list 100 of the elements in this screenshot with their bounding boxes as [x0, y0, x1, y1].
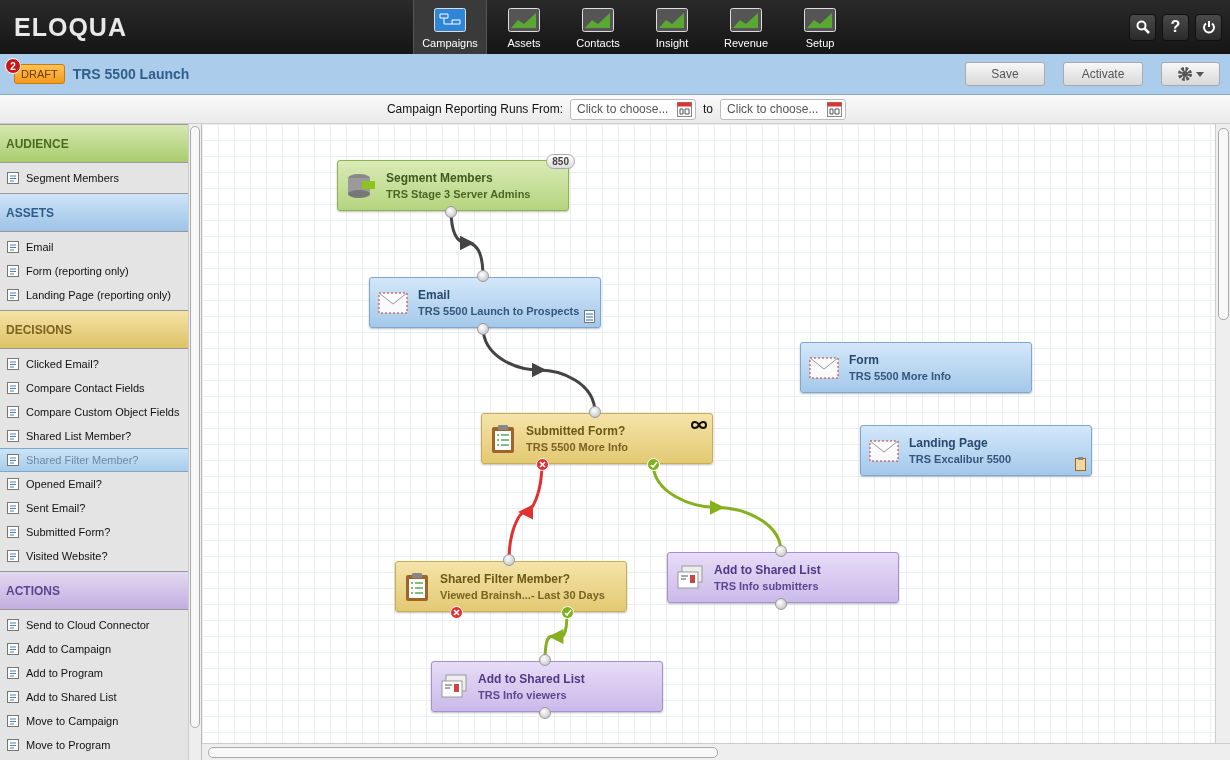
scrollbar-thumb[interactable] [190, 126, 200, 728]
document-icon [6, 690, 20, 704]
flow-step[interactable]: Submitted Form? TRS 5500 More Info [481, 413, 713, 464]
palette-item[interactable]: Segment Members [0, 166, 188, 190]
step-subtitle: Viewed Brainsh...- Last 30 Days [440, 589, 605, 601]
document-icon [6, 618, 20, 632]
flow-step[interactable]: Shared Filter Member? Viewed Brainsh...- Last 30 Days [395, 561, 627, 612]
scrollbar-thumb[interactable] [1217, 128, 1229, 320]
document-icon [6, 666, 20, 680]
loop-icon [691, 420, 707, 430]
calendar-icon[interactable] [677, 101, 693, 117]
step-subtitle: TRS Info viewers [478, 689, 568, 701]
palette-item[interactable]: Add to Campaign [0, 637, 188, 661]
search-button[interactable] [1129, 13, 1156, 41]
document-icon [6, 171, 20, 185]
contact-cards-icon [440, 672, 468, 701]
palette-item[interactable]: Opened Email? [0, 472, 188, 496]
input-port[interactable] [775, 545, 787, 557]
date-field[interactable]: Click to choose... [570, 98, 697, 120]
flow-step[interactable]: Landing Page TRS Excalibur 5500 [860, 425, 1092, 476]
palette-item-label: Shared Filter Member? [26, 454, 139, 466]
toolbar-button[interactable]: Activate [1063, 62, 1143, 86]
palette-item[interactable]: Move to Campaign [0, 709, 188, 733]
palette-item[interactable]: Move to Program [0, 733, 188, 757]
nav-tab[interactable]: Revenue [709, 0, 783, 54]
flow-step[interactable]: Email TRS 5500 Launch to Prospects [369, 277, 601, 328]
input-port[interactable] [477, 270, 489, 282]
palette-item[interactable]: Compare Custom Object Fields [0, 400, 188, 424]
document-icon [6, 357, 20, 371]
step-title: Shared Filter Member? [440, 572, 572, 586]
palette-item[interactable]: Submitted Form? [0, 520, 188, 544]
step-subtitle: TRS Info submitters [714, 580, 820, 592]
palette-item-label: Segment Members [26, 172, 119, 184]
flow-step[interactable]: Form TRS 5500 More Info [800, 342, 1032, 393]
palette-item[interactable]: Add to Program [0, 661, 188, 685]
settings-button[interactable] [1161, 62, 1220, 86]
document-icon [6, 477, 20, 491]
palette-item-label: Form (reporting only) [26, 265, 129, 277]
contact-cards-icon [676, 563, 704, 592]
nav-tab[interactable]: Contacts [561, 0, 635, 54]
document-icon [6, 405, 20, 419]
input-port[interactable] [589, 406, 601, 418]
palette-item-label: Sent Email? [26, 502, 86, 514]
document-icon [6, 264, 20, 278]
flow-step[interactable]: Add to Shared List TRS Info viewers [431, 661, 663, 712]
power-button[interactable] [1195, 13, 1222, 41]
palette-item-label: Compare Contact Fields [26, 382, 145, 394]
member-count: 850 [546, 154, 575, 169]
caret-icon [1196, 71, 1204, 77]
palette-item-label: Add to Shared List [26, 691, 117, 703]
document-icon [6, 288, 20, 302]
calendar-icon[interactable] [827, 101, 843, 117]
palette-item[interactable]: Compare Contact Fields [0, 376, 188, 400]
nav-tab[interactable]: Assets [487, 0, 561, 54]
palette-item[interactable]: Email [0, 235, 188, 259]
nav-tab[interactable]: Setup [783, 0, 857, 54]
step-title: Add to Shared List [478, 672, 585, 686]
input-port[interactable] [503, 554, 515, 566]
palette-item-label: Shared List Member? [26, 430, 132, 442]
document-icon [6, 501, 20, 515]
palette-item[interactable]: Clicked Email? [0, 352, 188, 376]
envelope-icon [809, 356, 839, 379]
palette-item-label: Visited Website? [26, 550, 108, 562]
palette-item[interactable]: Form (reporting only) [0, 259, 188, 283]
palette-item[interactable]: Sent Email? [0, 496, 188, 520]
input-port[interactable] [539, 654, 551, 666]
step-title: Form [849, 353, 880, 367]
document-icon [6, 738, 20, 752]
step-title: Email [418, 288, 451, 302]
section-header[interactable]: ACTIONS [0, 571, 188, 610]
step-subtitle: TRS 5500 More Info [849, 370, 952, 382]
envelope-icon [378, 291, 408, 314]
nav-tab[interactable]: Campaigns [413, 0, 487, 54]
palette-item[interactable]: Shared List Member? [0, 424, 188, 448]
step-subtitle: TRS 5500 Launch to Prospects [418, 305, 580, 317]
palette-item[interactable]: Visited Website? [0, 544, 188, 568]
section-header[interactable]: AUDIENCE [0, 124, 188, 163]
step-title: Segment Members [386, 171, 494, 185]
palette-item[interactable]: Send to Cloud Connector [0, 613, 188, 637]
document-icon [6, 525, 20, 539]
section-header[interactable]: DECISIONS [0, 310, 188, 349]
palette-item-label: Email [26, 241, 54, 253]
step-subtitle: TRS 5500 More Info [526, 441, 629, 453]
help-button[interactable]: ? [1162, 13, 1189, 41]
app-logo: ELOQUA [13, 11, 128, 43]
section-header[interactable]: ASSETS [0, 193, 188, 232]
palette-item-label: Send to Cloud Connector [26, 619, 150, 631]
step-subtitle: TRS Stage 3 Server Admins [386, 188, 531, 200]
nav-tab[interactable]: Insight [635, 0, 709, 54]
flow-step[interactable]: Add to Shared List TRS Info submitters [667, 552, 899, 603]
palette-item[interactable]: Landing Page (reporting only) [0, 283, 188, 307]
document-icon [6, 453, 20, 467]
scrollbar-thumb[interactable] [208, 746, 718, 758]
reporting-label: Campaign Reporting Runs From: [386, 102, 564, 116]
step-title: Add to Shared List [714, 563, 821, 577]
document-icon [6, 714, 20, 728]
toolbar-button[interactable]: Save [965, 62, 1045, 86]
palette-item[interactable]: Add to Shared List [0, 685, 188, 709]
palette-item-label: Move to Program [26, 739, 111, 751]
date-field[interactable]: Click to choose... [720, 98, 847, 120]
